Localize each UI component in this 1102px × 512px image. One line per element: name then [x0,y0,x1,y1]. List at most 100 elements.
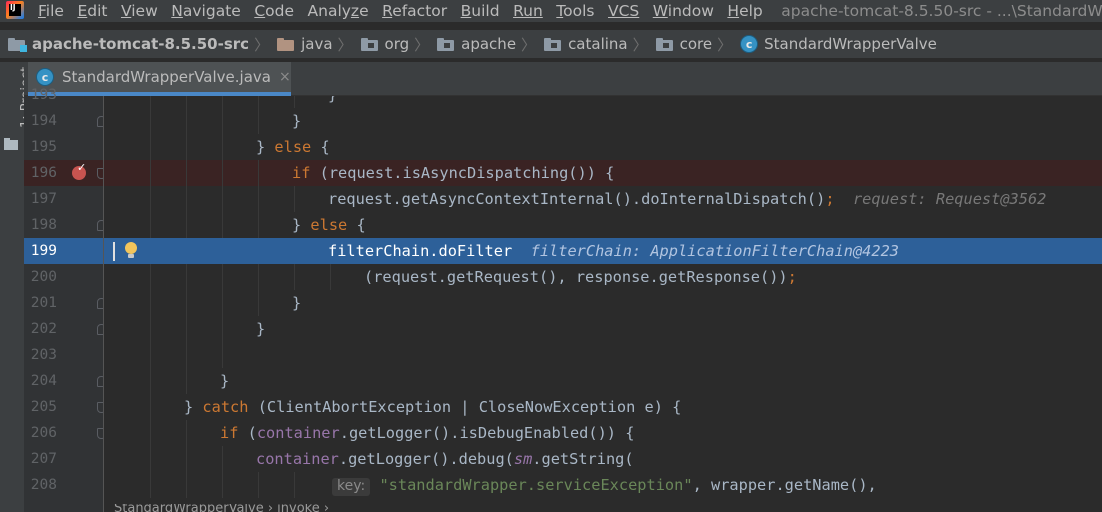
chevron-right-icon: 〉 [414,35,430,54]
chevron-right-icon: 〉 [717,35,733,54]
breadcrumb-apache[interactable]: apache 〉 [437,34,536,55]
gutter-line: 194 [24,108,106,134]
code-editor[interactable]: } } } else { if (request.isAsyncDispatch… [104,96,1102,512]
code-line-breakpoint: if (request.isAsyncDispatching()) { [104,160,1102,187]
chevron-right-icon: 〉 [337,35,353,54]
chevron-right-icon: 〉 [632,35,648,54]
code-line: request.getAsyncContextInternal().doInte… [104,186,1102,213]
editor-gutter[interactable]: 193 194 195 196 197 198 199 200 201 202 … [24,87,106,512]
editor-tab-bar: c StandardWrapperValve.java × [24,62,1102,96]
gutter-line: 201 [24,290,106,316]
menu-run[interactable]: Run [513,2,543,20]
inline-debug-value: filterChain: ApplicationFilterChain@4223 [530,242,900,260]
code-line: } [104,290,1102,317]
line-number: 193 [30,87,57,103]
line-number: 202 [30,321,57,337]
line-number: 195 [30,139,57,155]
gutter-line: 200 [24,264,104,290]
tool-window-stripe [0,62,24,512]
gutter-line: 197 [24,186,104,212]
code-line: key: "standardWrapper.serviceException",… [104,472,1102,499]
menu-help[interactable]: Help [727,2,762,20]
gutter-line: 208 [24,472,104,498]
breadcrumb-label: StandardWrapperValve [764,35,937,53]
code-line: container.getLogger().debug(sm.getString… [104,446,1102,473]
menu-analyze[interactable]: Analyze [308,2,369,20]
gutter-line: 199 [24,238,104,265]
menu-build[interactable]: Build [461,2,500,20]
code-line: } [104,368,1102,395]
gutter-line: 198 [24,212,106,238]
line-number: 204 [30,373,57,389]
line-number: 200 [30,269,57,285]
breadcrumb-label: org [384,35,410,53]
text-caret [113,242,115,261]
menu-vcs[interactable]: VCS [608,2,639,20]
menu-window[interactable]: Window [653,2,714,20]
menu-navigate[interactable]: Navigate [171,2,241,20]
menu-tools[interactable]: Tools [556,2,594,20]
breadcrumb-footer: StandardWrapperValve › invoke › [104,504,1102,512]
package-icon [544,37,562,51]
code-line [104,342,1102,369]
breadcrumb-label: java [301,35,333,53]
intellij-logo-icon: IJ [4,1,28,21]
gutter-line: 202 [24,316,106,342]
gutter-line: 196 [24,160,106,187]
gutter-line: 207 [24,446,104,472]
line-number: 208 [30,477,57,493]
line-number: 199 [30,243,57,259]
code-line: } [104,316,1102,343]
breadcrumb-label: apache [461,35,517,53]
breadcrumb-org[interactable]: org 〉 [360,34,430,55]
breadcrumb-label: apache-tomcat-8.5.50-src [32,35,250,53]
breadcrumb-java[interactable]: java 〉 [277,34,353,55]
package-icon [655,37,674,51]
inline-debug-value: request: Request@3562 [852,190,1047,208]
line-number: 198 [30,217,57,233]
breadcrumb-label: core [679,35,713,53]
gutter-line: 193 [24,82,104,108]
breadcrumb-core[interactable]: core 〉 [655,34,733,55]
code-line: } else { [104,134,1102,161]
menu-bar: IJ File Edit View Navigate Code Analyze … [0,0,1102,22]
chevron-right-icon: 〉 [254,35,270,54]
source-folder-icon [277,37,295,51]
close-icon[interactable]: × [279,69,291,85]
breadcrumb-class[interactable]: c StandardWrapperValve [740,35,937,53]
breadcrumb-project[interactable]: apache-tomcat-8.5.50-src 〉 [8,34,269,55]
window-title: apache-tomcat-8.5.50-src - ...\StandardW… [781,2,1102,20]
line-number: 201 [30,295,57,311]
breakpoint-icon[interactable] [72,161,86,180]
code-line-current-execution: filterChain.doFilter filterChain: Applic… [104,238,1102,265]
chevron-right-icon: 〉 [521,35,537,54]
line-number: 203 [30,347,57,363]
line-number: 207 [30,451,57,467]
navigation-bar: apache-tomcat-8.5.50-src 〉 java 〉 org 〉 … [0,30,1102,58]
java-class-icon: c [740,35,759,53]
lightbulb-icon[interactable] [124,242,138,260]
line-number: 194 [30,113,57,129]
gutter-line: 195 [24,134,104,160]
line-number: 205 [30,399,57,415]
parameter-hint: key: [332,478,371,496]
code-line: (request.getRequest(), response.getRespo… [104,264,1102,291]
menu-code[interactable]: Code [254,2,294,20]
menu-file[interactable]: File [38,2,64,20]
folder-icon [4,138,19,150]
line-number: 196 [30,165,57,181]
code-line: } [104,108,1102,135]
code-line: if (container.getLogger().isDebugEnabled… [104,420,1102,447]
package-icon [360,37,379,51]
menu-view[interactable]: View [121,2,158,20]
code-line: } [104,96,1102,109]
gutter-line: 204 [24,368,106,394]
breadcrumb-catalina[interactable]: catalina 〉 [544,34,648,55]
line-number: 206 [30,425,57,441]
gutter-line: 205 [24,394,106,420]
menu-edit[interactable]: Edit [77,2,107,20]
module-folder-icon [8,37,27,52]
code-line: } catch (ClientAbortException | CloseNow… [104,394,1102,421]
gutter-line: 203 [24,342,104,368]
menu-refactor[interactable]: Refactor [382,2,447,20]
